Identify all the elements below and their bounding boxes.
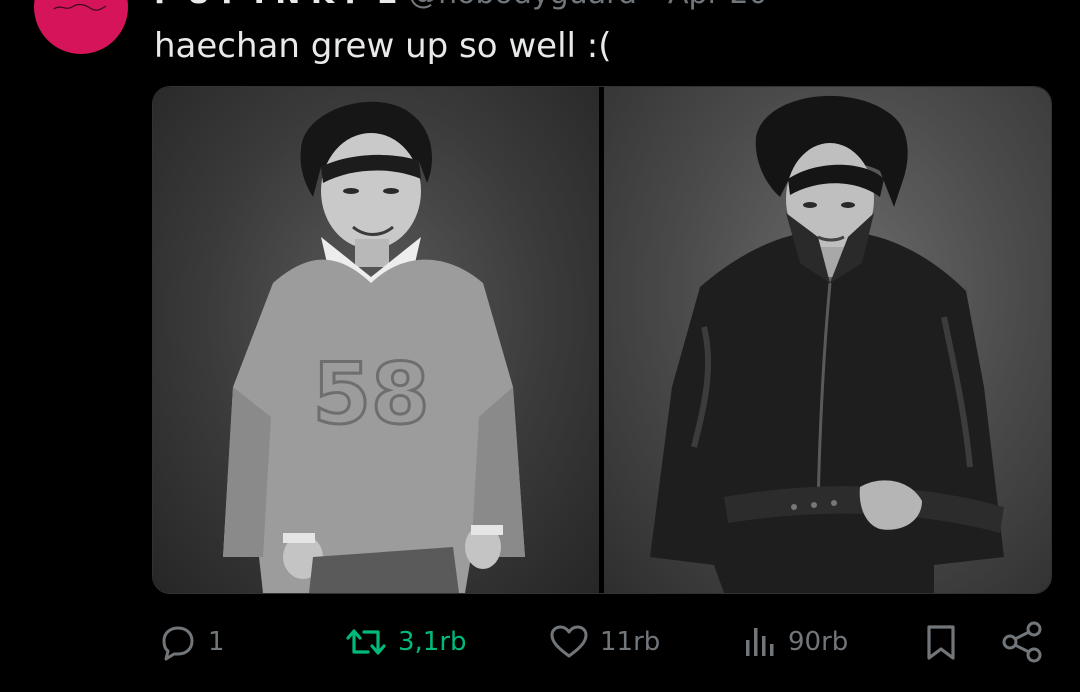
like-button[interactable]: 11rb bbox=[548, 618, 660, 666]
tweet-actions: 1 3,1rb 11rb 90rb bbox=[0, 618, 1080, 666]
author-name[interactable]: P U P I N K P L bbox=[154, 0, 396, 11]
retweet-icon bbox=[346, 629, 386, 655]
share-icon bbox=[1002, 621, 1042, 663]
tweet-text: haechan grew up so well :( bbox=[154, 26, 612, 66]
reply-button[interactable]: 1 bbox=[156, 618, 225, 666]
tweet-header: P U P I N K P L @nobodyguard · Apr 20 bbox=[154, 0, 768, 11]
avatar-signature bbox=[53, 3, 107, 11]
tweet-media[interactable]: 58 bbox=[152, 86, 1052, 594]
more-icon[interactable] bbox=[1016, 0, 1040, 4]
reply-count: 1 bbox=[208, 627, 225, 657]
reply-icon bbox=[162, 626, 194, 661]
tweet-date[interactable]: · Apr 20 bbox=[649, 0, 768, 11]
bookmark-button[interactable] bbox=[922, 618, 960, 666]
author-handle[interactable]: @nobodyguard bbox=[408, 0, 637, 11]
sweater-number: 58 bbox=[313, 345, 430, 443]
photo-young[interactable]: 58 bbox=[153, 87, 599, 593]
retweet-button[interactable]: 3,1rb bbox=[344, 618, 467, 666]
views-button[interactable]: 90rb bbox=[742, 618, 848, 666]
photo-leather-jacket[interactable] bbox=[604, 87, 1051, 593]
views-icon bbox=[746, 628, 774, 656]
like-count: 11rb bbox=[600, 627, 661, 657]
share-button[interactable] bbox=[1000, 618, 1046, 666]
bookmark-icon bbox=[927, 625, 955, 660]
like-icon bbox=[550, 625, 588, 658]
retweet-count: 3,1rb bbox=[398, 627, 467, 657]
view-count: 90rb bbox=[788, 627, 849, 657]
avatar[interactable] bbox=[34, 0, 128, 54]
